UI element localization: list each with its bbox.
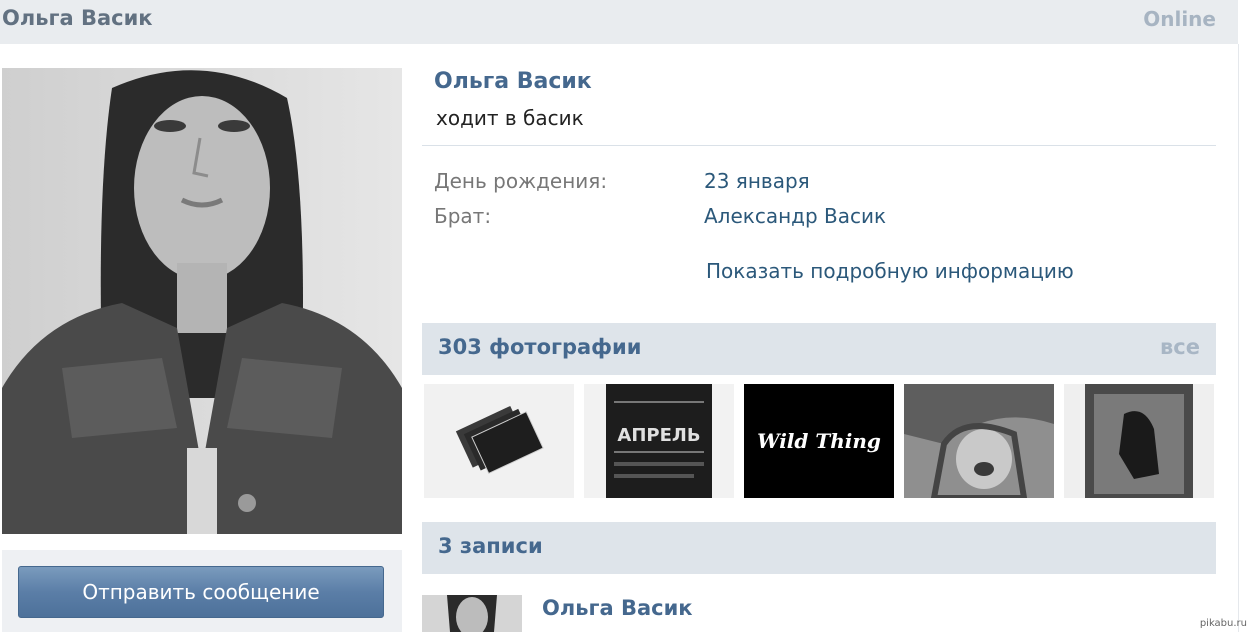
profile-status-text: ходит в басик — [436, 106, 584, 130]
info-divider — [422, 145, 1216, 146]
photo-thumb-laughing[interactable] — [904, 384, 1054, 498]
photos-all-link[interactable]: все — [1160, 335, 1200, 359]
profile-avatar[interactable] — [2, 68, 402, 534]
wall-posts-count[interactable]: 3 записи — [438, 534, 543, 558]
photo-thumb-cards[interactable] — [424, 384, 574, 498]
brother-value[interactable]: Александр Васик — [704, 204, 886, 228]
watermark: pikabu.ru — [1199, 618, 1247, 629]
birthday-value[interactable]: 23 января — [704, 169, 810, 193]
header-user-name: Ольга Васик — [2, 6, 153, 30]
photo-thumb-figure[interactable] — [1064, 384, 1214, 498]
photo-thumb-april[interactable]: АПРЕЛЬ — [584, 384, 734, 498]
photos-section-header[interactable]: 303 фотографии все — [422, 323, 1216, 375]
profile-header-bar: Ольга Васик Online — [0, 0, 1238, 44]
birthday-label: День рождения: — [434, 169, 608, 193]
online-status: Online — [1143, 7, 1216, 31]
profile-name: Ольга Васик — [434, 69, 592, 94]
wild-thing-text: Wild Thing — [757, 429, 881, 453]
wall-post-avatar[interactable] — [422, 595, 522, 632]
wall-section-header[interactable]: 3 записи — [422, 522, 1216, 574]
wall-post-author[interactable]: Ольга Васик — [542, 596, 693, 620]
send-message-button[interactable]: Отправить сообщение — [18, 566, 384, 618]
page-border — [1238, 44, 1239, 632]
photos-count-title[interactable]: 303 фотографии — [438, 335, 641, 359]
show-details-link[interactable]: Показать подробную информацию — [706, 259, 1074, 283]
brother-label: Брат: — [434, 204, 492, 228]
photo-thumb-wild-thing[interactable]: Wild Thing — [744, 384, 894, 498]
april-poster-text: АПРЕЛЬ — [617, 425, 700, 446]
send-message-area: Отправить сообщение — [2, 550, 402, 632]
